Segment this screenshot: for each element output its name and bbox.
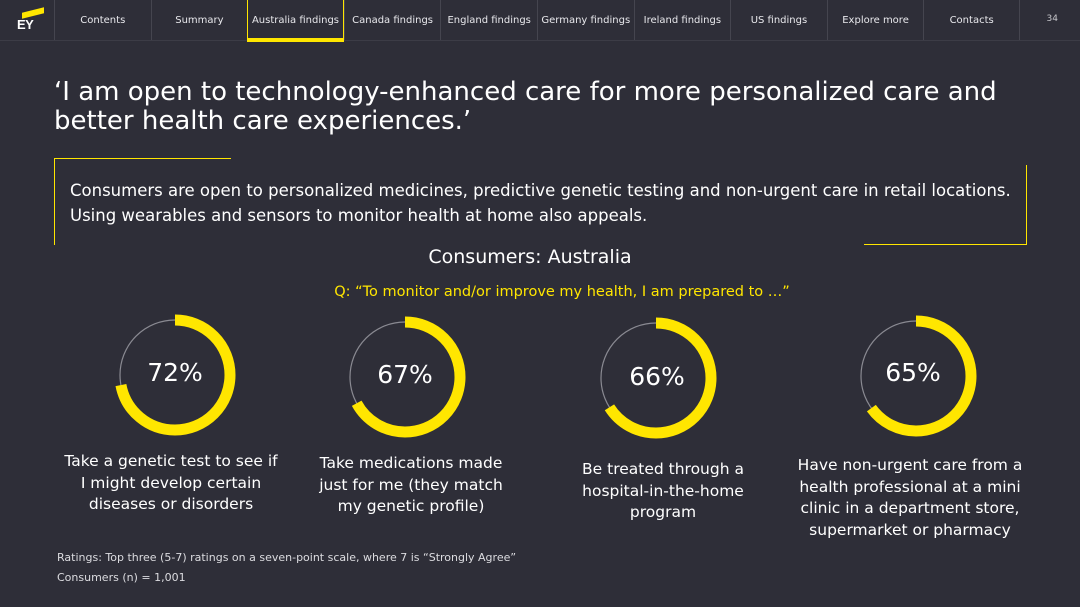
footnote-ratings: Ratings: Top three (5-7) ratings on a se… (57, 551, 517, 564)
nav-tab-australia-findings[interactable]: Australia findings (247, 0, 344, 42)
callout-text: Consumers are open to personalized medic… (70, 181, 1011, 225)
nav-tab-contents[interactable]: Contents (54, 0, 151, 40)
donut-value-label: 65% (885, 358, 941, 387)
section-title: Consumers: Australia (0, 246, 1080, 268)
stat-caption: Take a genetic test to see if I might de… (64, 452, 278, 513)
nav-tab-explore-more[interactable]: Explore more (826, 0, 924, 40)
nav-tab-us-findings[interactable]: US findings (730, 0, 827, 40)
survey-question-text: Q: “To monitor and/or improve my health,… (334, 284, 790, 300)
nav-tab-contacts[interactable]: Contacts (923, 0, 1020, 40)
section-title-text: Consumers: Australia (428, 246, 632, 268)
nav-tab-canada-findings[interactable]: Canada findings (343, 0, 441, 40)
nav-tab-germany-findings[interactable]: Germany findings (536, 0, 634, 40)
page-headline: ‘I am open to technology-enhanced care f… (54, 77, 997, 136)
page-number: 34 (1046, 14, 1058, 24)
top-navigation-bar: EY Contents Summary Australia findings C… (0, 0, 1080, 42)
logo-text: EY (17, 17, 34, 32)
stat-caption: Take medications made just for me (they … (319, 454, 503, 515)
callout-box: Consumers are open to personalized medic… (54, 158, 1027, 245)
donut-value-label: 67% (377, 360, 433, 389)
donut-value-label: 66% (629, 362, 685, 391)
nav-tab-ireland-findings[interactable]: Ireland findings (633, 0, 731, 40)
stat-caption: Have non-urgent care from a health profe… (797, 456, 1023, 539)
survey-question: Q: “To monitor and/or improve my health,… (0, 284, 1080, 300)
footnote-sample-size: Consumers (n) = 1,001 (57, 571, 186, 584)
nav-tab-england-findings[interactable]: England findings (440, 0, 537, 40)
nav-tab-summary[interactable]: Summary (150, 0, 248, 40)
ey-logo[interactable]: EY (14, 7, 44, 34)
stat-caption: Be treated through a hospital-in-the-hom… (582, 460, 744, 521)
donut-value-label: 72% (147, 358, 203, 387)
nav-tabs: Contents Summary Australia findings Cana… (54, 0, 1020, 42)
